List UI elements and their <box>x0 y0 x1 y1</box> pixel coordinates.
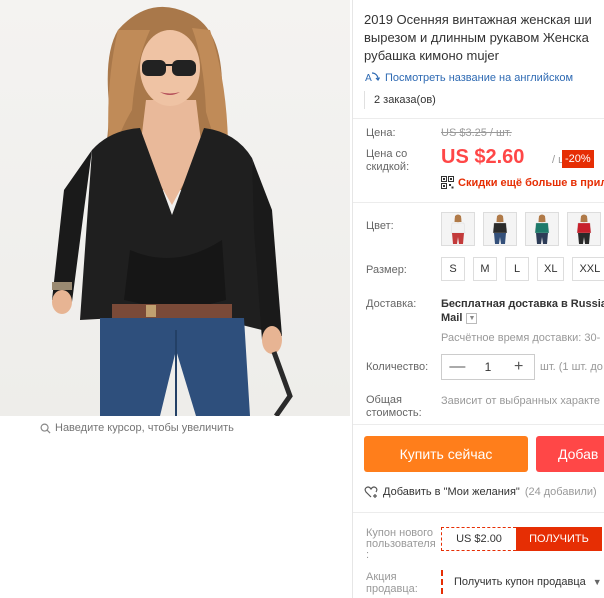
orders-count: 2 заказа(ов) <box>364 91 464 109</box>
total-label-line: стоимость: <box>366 407 422 419</box>
size-label: Размер: <box>366 264 407 276</box>
color-swatches <box>441 212 601 246</box>
discount-badge: -20% <box>562 150 594 168</box>
product-title: 2019 Осенняя винтажная женская ши вырезо… <box>364 11 604 65</box>
size-option[interactable]: XL <box>537 257 565 281</box>
seller-coupon-dropdown[interactable]: Получить купон продавца ▼ <box>441 570 604 594</box>
translate-link-text[interactable]: Посмотреть название на английском <box>385 72 573 84</box>
heart-plus-icon <box>364 486 378 498</box>
new-user-coupon: US $2.00 ПОЛУЧИТЬ <box>441 527 602 551</box>
shipping-carrier-select[interactable]: Mail ▼ <box>441 312 478 324</box>
divider <box>353 118 604 119</box>
seller-coupon-text[interactable]: Получить купон продавца <box>454 570 586 594</box>
zoom-hint-text: Наведите курсор, чтобы увеличить <box>55 422 234 434</box>
divider-vertical <box>352 0 353 598</box>
buy-now-button[interactable]: Купить сейчас <box>364 436 528 472</box>
discount-price-label: Цена со скидкой: <box>366 148 410 173</box>
shipping-time: Расчётное время доставки: 30- <box>441 332 601 344</box>
product-title-line: 2019 Осенняя винтажная женская ши <box>364 12 592 27</box>
caret-down-icon[interactable]: ▼ <box>593 570 602 594</box>
color-swatch-black[interactable] <box>483 212 517 246</box>
qr-code-icon <box>441 176 454 189</box>
total-note: Зависит от выбранных характе <box>441 395 601 407</box>
coupon-amount: US $2.00 <box>441 527 516 551</box>
coupon-label-line: пользователя <box>366 538 436 550</box>
wishlist-text[interactable]: Добавить в "Мои желания" <box>383 486 520 498</box>
divider <box>353 512 604 513</box>
quantity-limit-note: шт. (1 шт. до <box>540 361 603 373</box>
seller-promo-label-line: продавца: <box>366 583 418 595</box>
svg-text:A: A <box>365 73 372 84</box>
app-promo-text[interactable]: Скидки ещё больше в прило <box>458 177 604 189</box>
swatch-thumbnail-icon <box>568 213 600 245</box>
quantity-input[interactable]: 1 <box>473 360 504 374</box>
zoom-hint: Наведите курсор, чтобы увеличить <box>40 422 234 434</box>
total-label-line: Общая <box>366 394 402 406</box>
coupon-label-line: : <box>366 549 370 561</box>
product-title-line: рубашка кимоно mujer <box>364 48 499 63</box>
quantity-label: Количество: <box>366 361 429 373</box>
chevron-down-icon[interactable]: ▼ <box>466 312 478 324</box>
seller-promo-label: Акция продавца: <box>366 571 418 595</box>
price-label: Цена: <box>366 127 396 139</box>
product-info-panel: 2019 Осенняя винтажная женская ши вырезо… <box>352 0 604 598</box>
model-photo-illustration <box>52 6 293 416</box>
divider <box>353 424 604 425</box>
size-option[interactable]: S <box>441 257 465 281</box>
shipping-label: Доставка: <box>366 298 417 310</box>
add-to-cart-button[interactable]: Добав <box>536 436 604 472</box>
size-option[interactable]: M <box>473 257 497 281</box>
product-main-image[interactable] <box>0 0 350 416</box>
total-label: Общая стоимость: <box>366 394 422 420</box>
seller-promo-label-line: Акция <box>366 571 397 583</box>
new-user-coupon-label: Купон нового пользователя : <box>366 528 440 561</box>
discount-price: US $2.60 <box>441 146 525 168</box>
quantity-stepper: — 1 + <box>441 354 535 380</box>
shipping-carrier[interactable]: Mail <box>441 312 462 324</box>
swatch-thumbnail-icon <box>526 213 558 245</box>
color-swatch-white[interactable] <box>441 212 475 246</box>
shipping-method: Бесплатная доставка в Russia <box>441 298 604 310</box>
app-promo-link[interactable]: Скидки ещё больше в прило <box>441 176 604 189</box>
size-option[interactable]: L <box>505 257 529 281</box>
swatch-thumbnail-icon <box>442 213 474 245</box>
size-options: S M L XL XXL <box>441 257 604 281</box>
get-coupon-button[interactable]: ПОЛУЧИТЬ <box>516 527 602 551</box>
add-to-wishlist-link[interactable]: Добавить в "Мои желания" (24 добавили) <box>364 485 597 499</box>
product-title-line: вырезом и длинным рукавом Женска <box>364 30 589 45</box>
swatch-thumbnail-icon <box>484 213 516 245</box>
wishlist-count: (24 добавили) <box>524 486 597 498</box>
translate-title-link[interactable]: A Посмотреть название на английском <box>364 70 573 86</box>
quantity-decrease-button[interactable]: — <box>442 358 473 376</box>
quantity-increase-button[interactable]: + <box>503 358 534 376</box>
size-option[interactable]: XXL <box>572 257 604 281</box>
color-swatch-red[interactable] <box>567 212 601 246</box>
color-swatch-green[interactable] <box>525 212 559 246</box>
old-price: US $3.25 / шт. <box>441 127 512 139</box>
divider <box>353 202 604 203</box>
magnifier-icon <box>40 423 51 434</box>
color-label: Цвет: <box>366 220 394 232</box>
translate-icon: A <box>365 72 380 84</box>
